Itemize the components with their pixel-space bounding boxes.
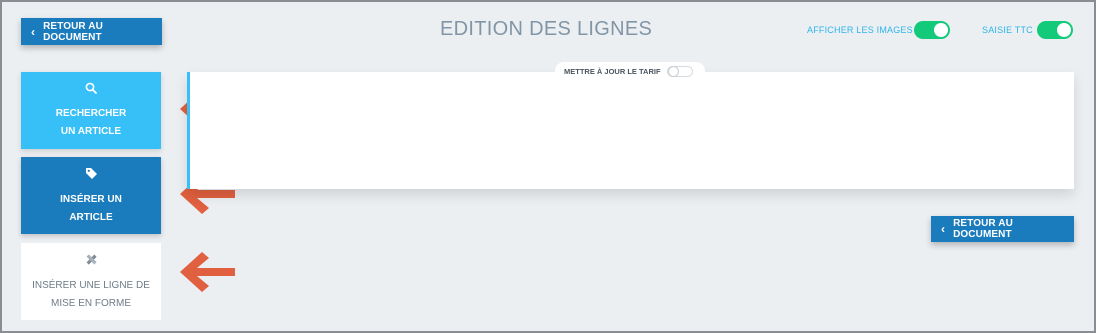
- insert-article-line1: INSÉRER UN: [60, 194, 122, 205]
- show-images-toggle[interactable]: [914, 21, 950, 39]
- tag-icon: [85, 167, 98, 183]
- search-article-line1: RECHERCHER: [55, 108, 127, 119]
- chevron-left-icon: ‹: [941, 222, 946, 236]
- back-to-document-button[interactable]: ‹ RETOUR AU DOCUMENT: [21, 18, 162, 45]
- search-article-button[interactable]: RECHERCHER UN ARTICLE: [21, 72, 161, 149]
- insert-article-line2: ARTICLE: [69, 212, 113, 223]
- search-article-line2: UN ARTICLE: [60, 126, 122, 137]
- back-to-document-label: RETOUR AU DOCUMENT: [953, 218, 1013, 240]
- lines-panel: [187, 72, 1074, 189]
- ttc-entry-toggle[interactable]: [1037, 21, 1073, 39]
- arrow-left-icon: [180, 252, 235, 292]
- search-icon: [85, 82, 97, 97]
- back-to-document-label: RETOUR AU DOCUMENT: [43, 20, 103, 43]
- update-tariff-toggle[interactable]: [666, 65, 693, 77]
- insert-format-line2: MISE EN FORME: [50, 298, 131, 309]
- page-title: EDITION DES LIGNES: [440, 18, 653, 40]
- insert-format-line1: INSÉRER UNE LIGNE DE: [32, 280, 150, 291]
- pencil-ruler-icon: [85, 253, 98, 269]
- update-tariff-tab: METTRE À JOUR LE TARIF: [555, 62, 705, 80]
- insert-article-button[interactable]: INSÉRER UN ARTICLE: [21, 157, 161, 234]
- insert-format-line-button[interactable]: INSÉRER UNE LIGNE DE MISE EN FORME: [21, 243, 161, 320]
- show-images-label: AFFICHER LES IMAGES: [807, 25, 913, 35]
- back-to-document-button-bottom[interactable]: ‹ RETOUR AU DOCUMENT: [931, 216, 1074, 242]
- ttc-entry-label: SAISIE TTC: [982, 25, 1033, 35]
- update-tariff-label: METTRE À JOUR LE TARIF: [564, 66, 661, 76]
- chevron-left-icon: ‹: [31, 24, 36, 39]
